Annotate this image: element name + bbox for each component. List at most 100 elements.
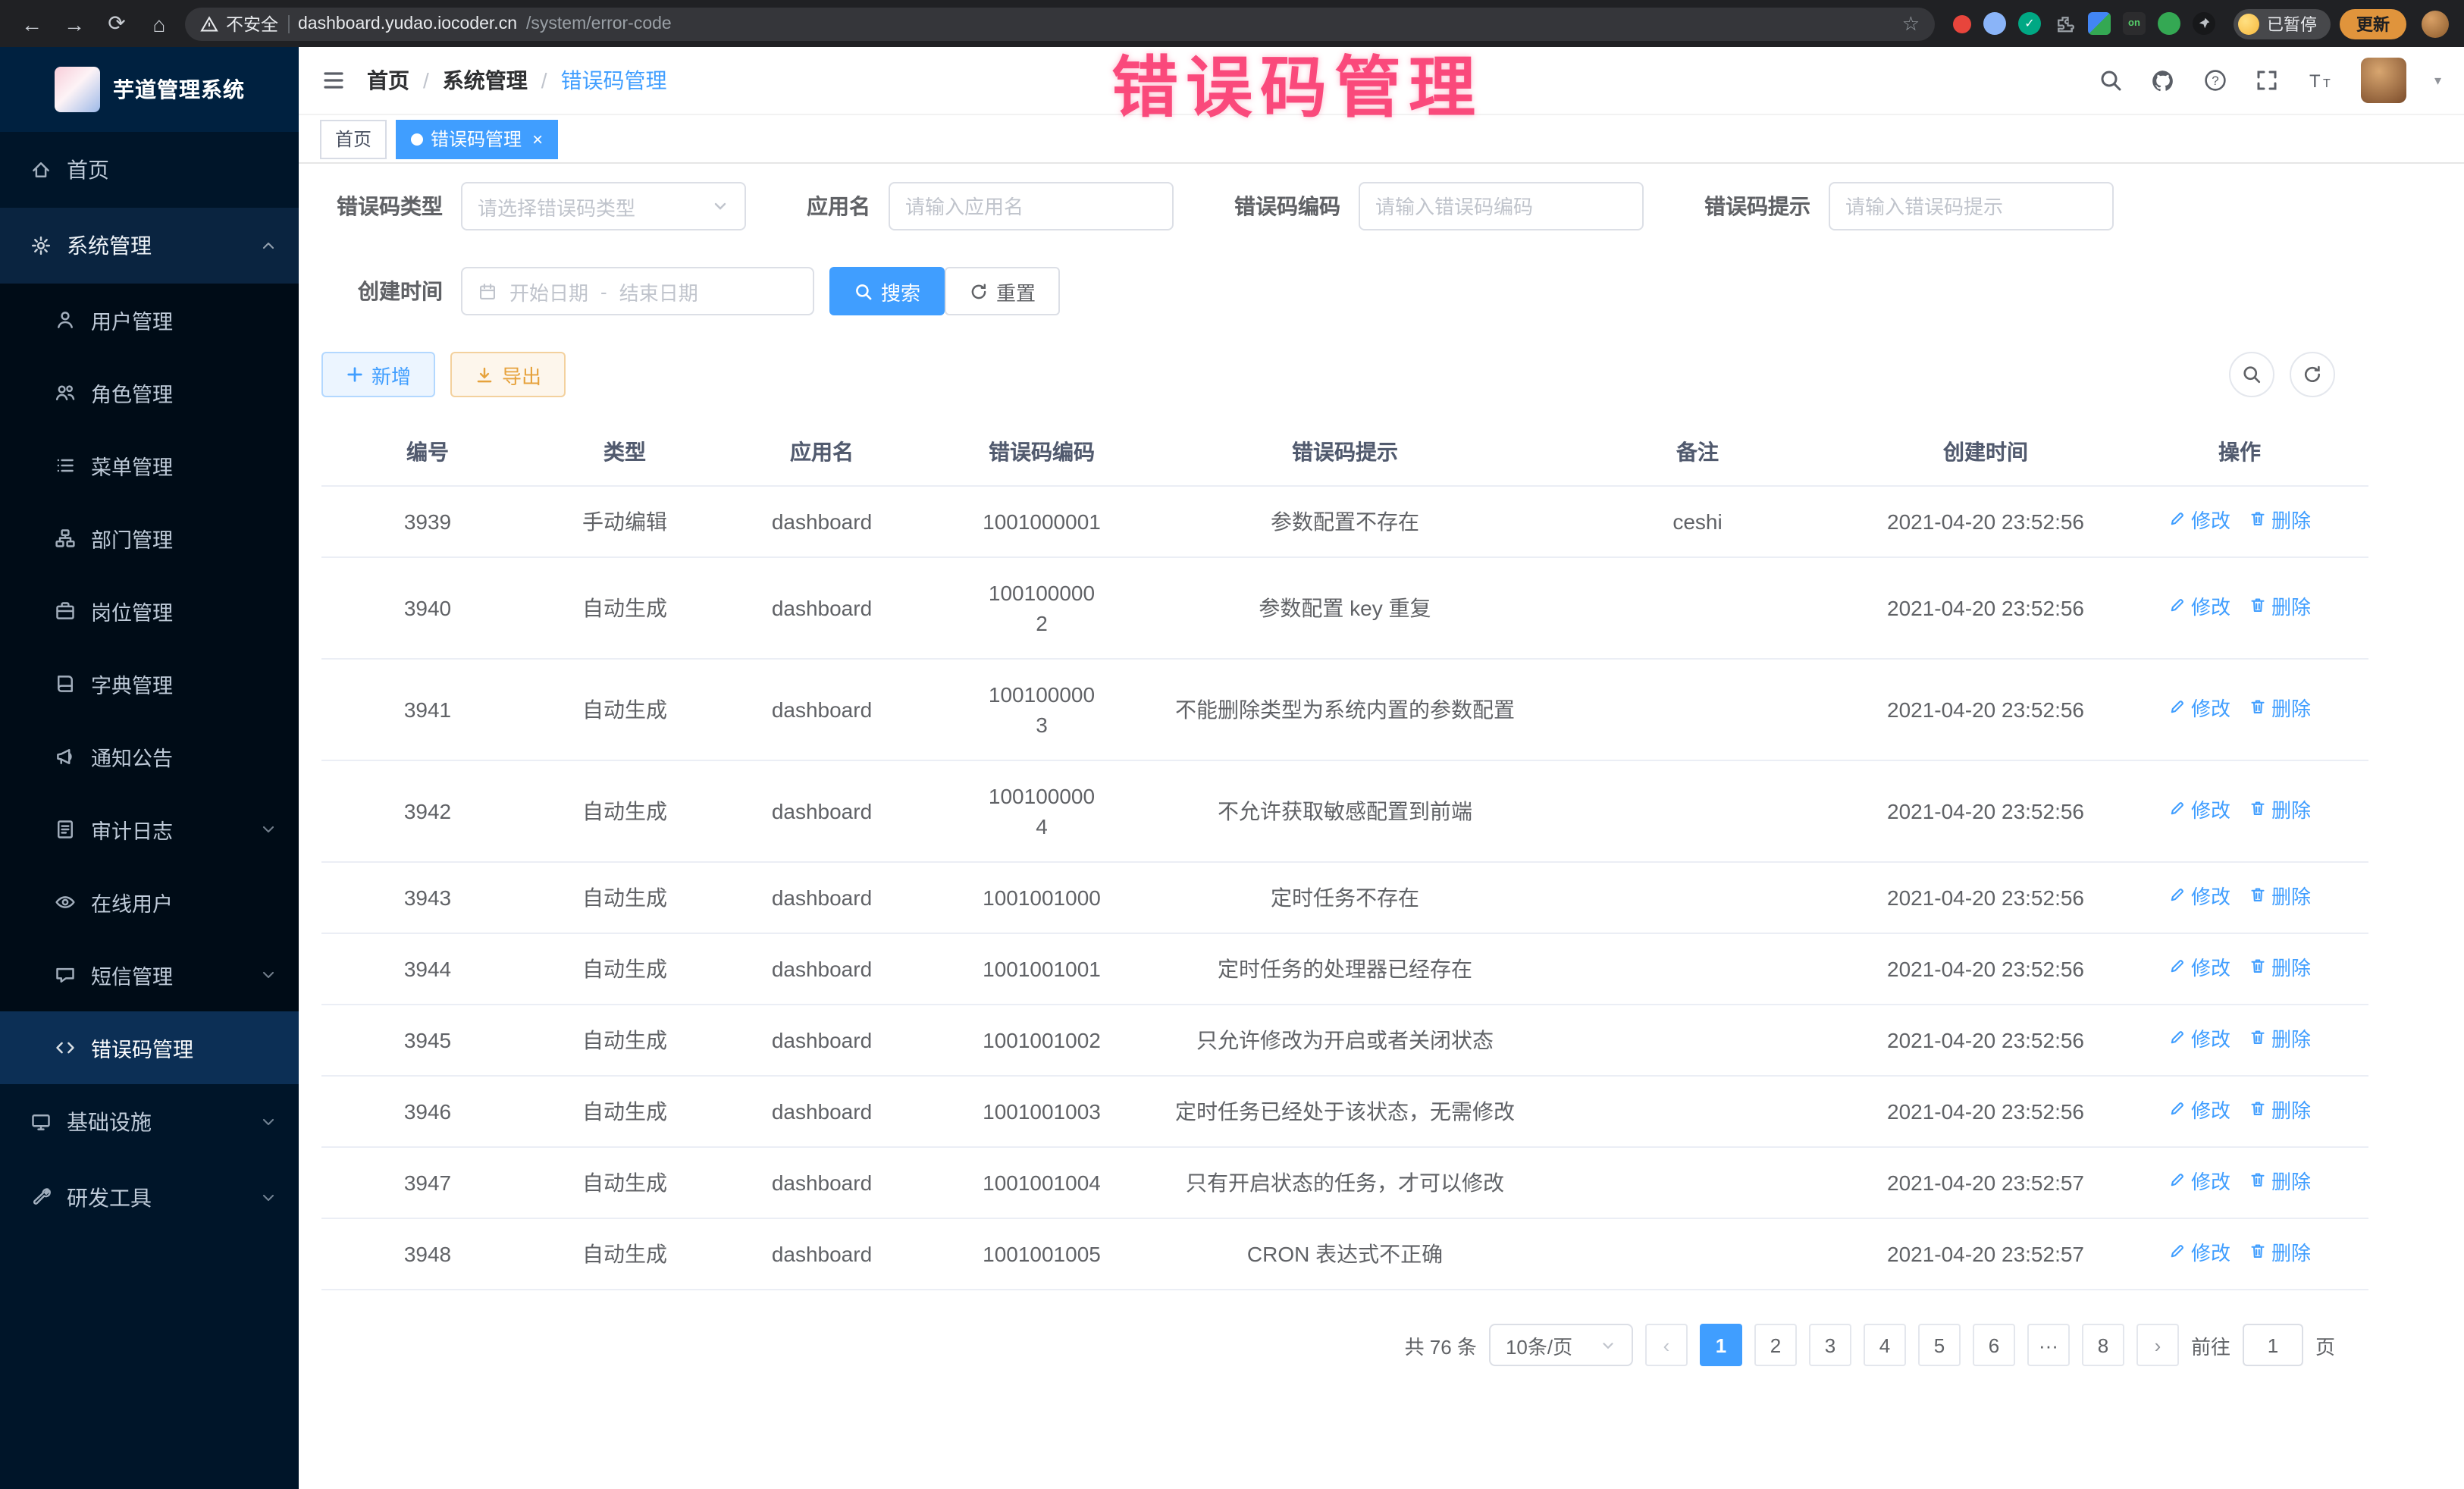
sidebar-item-infra[interactable]: 基础设施 <box>0 1084 299 1160</box>
next-page-button[interactable]: › <box>2136 1324 2179 1366</box>
sidebar-item-audit[interactable]: 审计日志 <box>0 793 299 866</box>
table-body: 3939手动编辑dashboard1001000001参数配置不存在ceshi2… <box>321 487 2368 1290</box>
delete-link[interactable]: 删除 <box>2249 694 2311 725</box>
download-icon <box>475 365 494 384</box>
teal-check-extension-icon[interactable]: ✓ <box>2018 12 2041 35</box>
edit-link[interactable]: 修改 <box>2168 694 2230 725</box>
edit-link[interactable]: 修改 <box>2168 506 2230 537</box>
tab-error-code[interactable]: 错误码管理 × <box>396 119 558 158</box>
extensions-puzzle-icon[interactable] <box>2053 12 2076 35</box>
prev-page-button[interactable]: ‹ <box>1645 1324 1688 1366</box>
message-input[interactable] <box>1845 195 2097 218</box>
delete-link[interactable]: 删除 <box>2249 954 2311 984</box>
sidebar-item-dept[interactable]: 部门管理 <box>0 502 299 575</box>
cell-id: 3943 <box>321 863 534 933</box>
page-button-6[interactable]: 6 <box>1973 1324 2015 1366</box>
sidebar-item-role[interactable]: 角色管理 <box>0 356 299 429</box>
page-button-4[interactable]: 4 <box>1864 1324 1906 1366</box>
page-button-8[interactable]: 8 <box>2082 1324 2124 1366</box>
on-badge-extension-icon[interactable]: on <box>2123 12 2146 35</box>
breadcrumb-home[interactable]: 首页 <box>367 65 409 96</box>
delete-link[interactable]: 删除 <box>2249 1096 2311 1127</box>
search-button[interactable]: 搜索 <box>829 267 945 315</box>
delete-link[interactable]: 删除 <box>2249 593 2311 623</box>
fullscreen-icon[interactable] <box>2256 68 2280 92</box>
date-range-picker[interactable]: 开始日期 - 结束日期 <box>461 267 814 315</box>
reload-icon[interactable]: ⟳ <box>100 7 133 40</box>
delete-link[interactable]: 删除 <box>2249 1025 2311 1055</box>
browser-update-button[interactable]: 更新 <box>2340 8 2406 39</box>
sidebar-item-system[interactable]: 系统管理 <box>0 208 299 284</box>
grid-extension-icon[interactable] <box>2088 12 2111 35</box>
help-icon[interactable]: ? <box>2204 68 2228 92</box>
goto-page-input[interactable] <box>2243 1324 2303 1366</box>
paused-badge[interactable]: 已暂停 <box>2234 8 2331 39</box>
cell-time: 2021-04-20 23:52:56 <box>1861 558 2111 658</box>
edit-link[interactable]: 修改 <box>2168 1239 2230 1269</box>
tab-label: 错误码管理 <box>431 126 522 152</box>
avatar-caret-icon[interactable]: ▾ <box>2434 72 2441 89</box>
page-button-2[interactable]: 2 <box>1754 1324 1797 1366</box>
browser-avatar[interactable] <box>2422 10 2449 37</box>
edit-link[interactable]: 修改 <box>2168 593 2230 623</box>
delete-link[interactable]: 删除 <box>2249 1239 2311 1269</box>
breadcrumb-system[interactable]: 系统管理 <box>443 65 528 96</box>
sidebar-item-post[interactable]: 岗位管理 <box>0 575 299 647</box>
home-icon[interactable]: ⌂ <box>143 7 176 40</box>
font-size-icon[interactable]: TT <box>2307 68 2334 92</box>
blue-extension-icon[interactable] <box>1983 12 2006 35</box>
delete-link[interactable]: 删除 <box>2249 1168 2311 1198</box>
hamburger-icon[interactable] <box>321 68 346 92</box>
page-ellipsis[interactable]: ··· <box>2027 1324 2070 1366</box>
app-input[interactable] <box>905 195 1157 218</box>
address-bar[interactable]: 不安全 dashboard.yudao.iocoder.cn/system/er… <box>185 7 1935 40</box>
page-button-3[interactable]: 3 <box>1809 1324 1851 1366</box>
sidebar-item-online[interactable]: 在线用户 <box>0 866 299 939</box>
type-select[interactable]: 请选择错误码类型 <box>461 182 746 230</box>
sidebar-item-home[interactable]: 首页 <box>0 132 299 208</box>
edit-link[interactable]: 修改 <box>2168 954 2230 984</box>
edit-link[interactable]: 修改 <box>2168 1168 2230 1198</box>
cell-id: 3944 <box>321 934 534 1004</box>
show-search-button[interactable] <box>2229 352 2274 397</box>
sidebar-item-tools[interactable]: 研发工具 <box>0 1160 299 1236</box>
reset-button[interactable]: 重置 <box>945 267 1060 315</box>
tab-home[interactable]: 首页 <box>320 119 387 158</box>
user-avatar[interactable] <box>2362 58 2407 103</box>
add-button[interactable]: 新增 <box>321 352 435 397</box>
forward-icon[interactable]: → <box>58 7 91 40</box>
edit-link[interactable]: 修改 <box>2168 882 2230 913</box>
page-size-select[interactable]: 10条/页 <box>1489 1324 1633 1366</box>
delete-link[interactable]: 删除 <box>2249 882 2311 913</box>
github-icon[interactable] <box>2151 67 2177 93</box>
delete-link[interactable]: 删除 <box>2249 796 2311 826</box>
recording-dot-icon[interactable] <box>1953 14 1971 33</box>
export-button[interactable]: 导出 <box>450 352 566 397</box>
sidebar-logo-row[interactable]: 芋道管理系统 <box>0 47 299 132</box>
sidebar-item-dict[interactable]: 字典管理 <box>0 647 299 720</box>
sidebar-item-menu[interactable]: 菜单管理 <box>0 429 299 502</box>
edit-link[interactable]: 修改 <box>2168 1096 2230 1127</box>
edit-link[interactable]: 修改 <box>2168 796 2230 826</box>
cell-id: 3945 <box>321 1005 534 1075</box>
green-extension-icon[interactable] <box>2158 12 2180 35</box>
search-icon[interactable] <box>2099 68 2124 92</box>
refresh-icon <box>969 281 989 301</box>
delete-link[interactable]: 删除 <box>2249 506 2311 537</box>
sidebar-item-user[interactable]: 用户管理 <box>0 284 299 356</box>
cell-type: 手动编辑 <box>534 487 716 556</box>
page-button-5[interactable]: 5 <box>1918 1324 1961 1366</box>
back-icon[interactable]: ← <box>15 7 49 40</box>
sidebar-item-errorcode[interactable]: 错误码管理 <box>0 1011 299 1084</box>
edit-link[interactable]: 修改 <box>2168 1025 2230 1055</box>
pin-extension-icon[interactable] <box>2193 12 2215 35</box>
page-button-1[interactable]: 1 <box>1700 1324 1742 1366</box>
security-warning[interactable]: 不安全 <box>200 11 278 36</box>
code-input[interactable] <box>1375 195 1627 218</box>
close-tab-icon[interactable]: × <box>532 130 543 148</box>
refresh-table-button[interactable] <box>2290 352 2335 397</box>
audit-icon <box>55 819 76 840</box>
sidebar-item-notice[interactable]: 通知公告 <box>0 720 299 793</box>
sidebar-item-sms[interactable]: 短信管理 <box>0 939 299 1011</box>
bookmark-star-icon[interactable]: ☆ <box>1902 11 1920 36</box>
